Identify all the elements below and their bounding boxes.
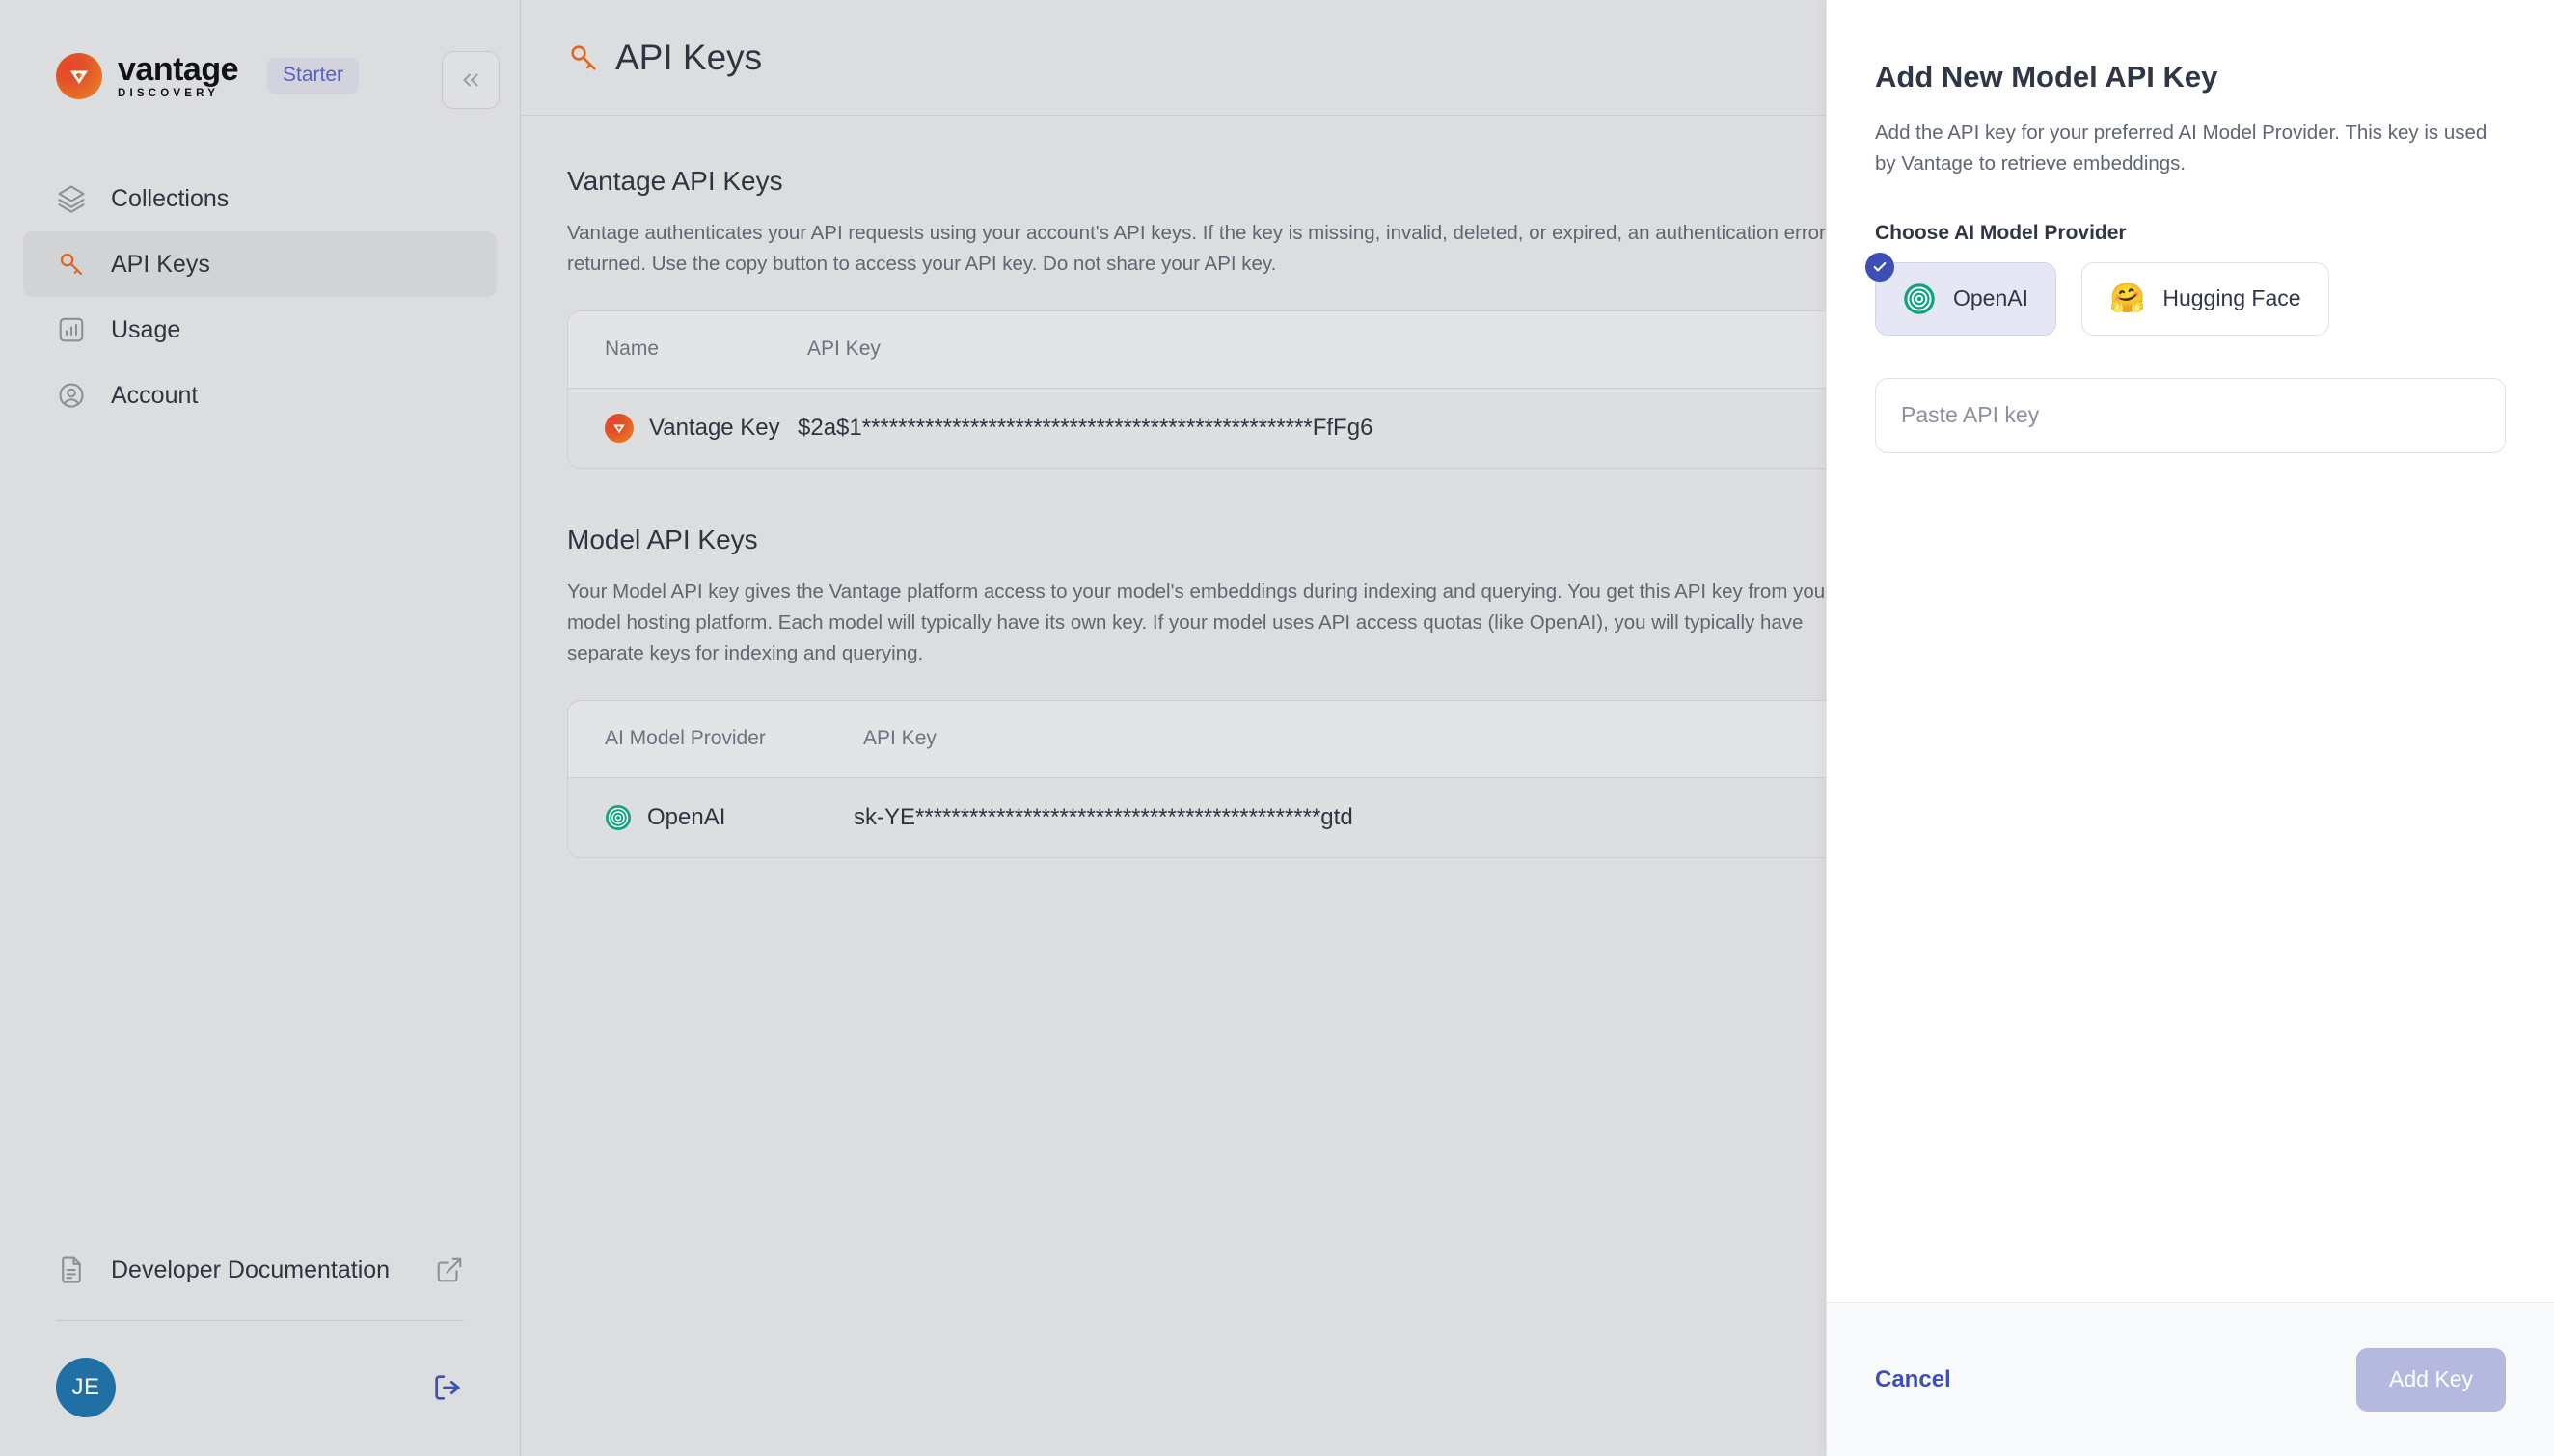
provider-option-label: OpenAI [1953,285,2028,311]
app-root: vantage DISCOVERY Starter Collections AP… [0,0,2554,1456]
logout-icon[interactable] [431,1371,464,1404]
brand-tagline: DISCOVERY [118,87,220,99]
add-model-api-key-panel: Add New Model API Key Add the API key fo… [1826,0,2554,1456]
row-name-text: Vantage Key [649,414,780,441]
user-section: JE [56,1358,464,1417]
panel-body: Add New Model API Key Add the API key fo… [1827,0,2554,1302]
column-header-provider: AI Model Provider [605,727,766,750]
provider-option-openai[interactable]: OpenAI [1865,252,2056,336]
provider-field-label: Choose AI Model Provider [1875,221,2127,244]
table-row[interactable]: OpenAI sk-YE****************************… [568,777,1859,857]
key-icon [567,41,600,74]
layers-icon [56,184,86,214]
vantage-logo-icon [56,53,102,99]
api-key-input[interactable] [1875,377,2506,453]
sidebar-item-usage[interactable]: Usage [23,297,497,363]
page-title: API Keys [615,37,763,77]
avatar[interactable]: JE [56,1358,116,1417]
sidebar-item-label: Collections [111,184,230,212]
sidebar-nav: Collections API Keys Usage Account [0,166,520,428]
document-icon [56,1255,86,1285]
sidebar-item-label: Account [111,381,199,409]
sidebar-item-api-keys[interactable]: API Keys [23,231,497,297]
provider-option-label: Hugging Face [2162,285,2301,311]
external-link-icon[interactable] [435,1255,464,1284]
panel-title: Add New Model API Key [1875,60,2218,94]
brand-wordmark: vantage DISCOVERY [118,50,239,100]
add-key-button[interactable]: Add Key [2356,1347,2506,1412]
section-description: Your Model API key gives the Vantage pla… [567,580,1832,664]
sidebar-divider [56,1320,464,1321]
model-api-keys-table: AI Model Provider API Key OpenAI sk-YE**… [567,699,1860,858]
openai-icon [1903,283,1936,315]
provider-option-hugging-face[interactable]: 🤗 Hugging Face [2081,261,2329,336]
bar-chart-icon [56,315,86,345]
key-icon [56,250,86,280]
vantage-key-name-cell: Vantage Key [605,413,798,443]
sidebar-item-label: Usage [111,315,181,343]
panel-footer: Cancel Add Key [1827,1302,2554,1456]
chevron-double-left-icon [463,73,478,87]
vantage-key-value: $2a$1***********************************… [798,414,1373,441]
table-row[interactable]: Vantage Key $2a$1***********************… [568,388,1859,468]
column-header-api-key: API Key [863,727,937,750]
openai-icon [605,804,632,831]
table-header-row: Name API Key [568,311,1859,389]
developer-documentation-label: Developer Documentation [111,1255,391,1283]
sidebar: vantage DISCOVERY Starter Collections AP… [0,0,521,1456]
table-header-row: AI Model Provider API Key [568,701,1859,778]
sidebar-footer: Developer Documentation JE [0,1237,520,1456]
check-icon [1865,252,1894,282]
sidebar-item-account[interactable]: Account [23,363,497,428]
model-provider-cell: OpenAI [605,804,854,831]
panel-description: Add the API key for your preferred AI Mo… [1875,121,2487,175]
model-key-value: sk-YE***********************************… [854,803,1353,830]
row-name-text: OpenAI [647,803,726,830]
plan-badge: Starter [267,58,360,94]
hugging-face-icon: 🤗 [2109,282,2146,314]
column-header-api-key: API Key [807,337,881,361]
vantage-api-keys-table: Name API Key Vantage Key $2a$1**********… [567,310,1860,469]
provider-options: OpenAI 🤗 Hugging Face [1865,252,2506,336]
vantage-logo-icon [605,413,634,443]
developer-documentation-link[interactable]: Developer Documentation [23,1237,497,1303]
column-header-name: Name [605,337,660,361]
section-description: Vantage authenticates your API requests … [567,222,1846,275]
brand-name: vantage [118,50,239,88]
user-circle-icon [56,381,86,411]
cancel-button[interactable]: Cancel [1875,1366,1951,1393]
sidebar-item-collections[interactable]: Collections [23,166,497,231]
sidebar-collapse-button[interactable] [442,51,500,109]
sidebar-item-label: API Keys [111,250,210,278]
